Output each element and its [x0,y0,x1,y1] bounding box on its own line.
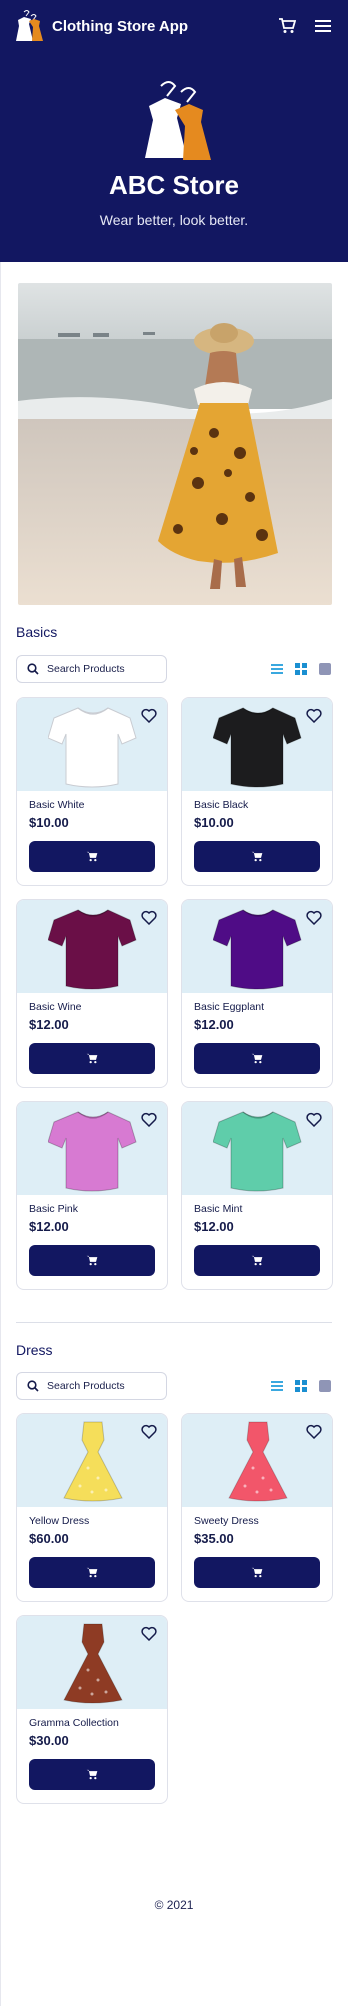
add-to-cart-button[interactable] [29,841,155,872]
product-card[interactable]: Basic White $10.00 [16,697,168,886]
add-to-cart-button[interactable] [29,1557,155,1588]
cart-icon [251,1255,263,1266]
search-input-dress[interactable]: Search Products [16,1372,167,1400]
product-card[interactable]: Sweety Dress $35.00 [181,1413,333,1602]
favorite-heart-icon[interactable] [141,910,157,926]
product-card[interactable]: Basic Black $10.00 [181,697,333,886]
store-tagline: Wear better, look better. [99,212,249,228]
product-name: Basic Eggplant [194,1001,265,1013]
product-name: Basic Mint [194,1203,243,1215]
store-logo-large-icon [145,81,211,160]
cart-icon [251,1567,263,1578]
store-name: ABC Store [108,170,239,200]
favorite-heart-icon[interactable] [306,910,322,926]
product-name: Gramma Collection [29,1717,119,1729]
section-divider [16,1322,332,1323]
product-card[interactable]: Basic Eggplant $12.00 [181,899,333,1088]
product-price: $10.00 [29,815,69,830]
favorite-heart-icon[interactable] [141,1112,157,1128]
search-placeholder: Search Products [47,663,125,675]
product-card[interactable]: Basic Mint $12.00 [181,1101,333,1290]
product-card[interactable]: Yellow Dress $60.00 [16,1413,168,1602]
product-price: $10.00 [194,815,234,830]
view-switch-basics [260,662,332,676]
add-to-cart-button[interactable] [194,1557,320,1588]
footer-copyright: © 2021 [154,1898,194,1912]
card-view-icon[interactable] [318,662,332,676]
favorite-heart-icon[interactable] [141,1424,157,1440]
add-to-cart-button[interactable] [29,1043,155,1074]
product-name: Basic Wine [29,1001,82,1013]
store-logo-icon[interactable] [14,9,44,43]
cart-icon [86,1255,98,1266]
add-to-cart-button[interactable] [194,841,320,872]
search-placeholder: Search Products [47,1380,125,1392]
list-view-icon[interactable] [270,1379,284,1393]
cart-icon [86,851,98,862]
list-view-icon[interactable] [270,662,284,676]
search-icon [27,1380,39,1392]
grid-view-icon[interactable] [294,1379,308,1393]
favorite-heart-icon[interactable] [306,708,322,724]
menu-icon[interactable] [312,15,334,37]
section-title-dress: Dress [16,1342,53,1358]
add-to-cart-button[interactable] [29,1759,155,1790]
app-title: Clothing Store App [52,17,189,35]
cart-icon[interactable] [276,15,298,37]
section-title-basics: Basics [16,624,58,640]
favorite-heart-icon[interactable] [141,708,157,724]
top-app-bar: Clothing Store App [0,0,348,52]
product-price: $12.00 [29,1017,69,1032]
grid-view-icon[interactable] [294,662,308,676]
page-edge [0,262,1,2006]
card-view-icon[interactable] [318,1379,332,1393]
cart-icon [86,1567,98,1578]
view-switch-dress [260,1379,332,1393]
product-name: Basic Pink [29,1203,79,1215]
product-name: Yellow Dress [29,1515,90,1527]
product-name: Basic Black [194,799,249,811]
cart-icon [251,851,263,862]
product-card[interactable]: Basic Pink $12.00 [16,1101,168,1290]
product-name: Sweety Dress [194,1515,259,1527]
hero-banner: Clothing Store App ABC Store Wear better… [0,0,348,262]
cart-icon [86,1053,98,1064]
product-price: $12.00 [194,1017,234,1032]
product-name: Basic White [29,799,85,811]
cart-icon [251,1053,263,1064]
cart-icon [86,1769,98,1780]
search-input-basics[interactable]: Search Products [16,655,167,683]
product-price: $30.00 [29,1733,69,1748]
search-icon [27,663,39,675]
product-price: $35.00 [194,1531,234,1546]
favorite-heart-icon[interactable] [141,1626,157,1642]
add-to-cart-button[interactable] [194,1245,320,1276]
favorite-heart-icon[interactable] [306,1424,322,1440]
product-card[interactable]: Basic Wine $12.00 [16,899,168,1088]
product-price: $60.00 [29,1531,69,1546]
hero-photo [18,283,332,605]
add-to-cart-button[interactable] [29,1245,155,1276]
favorite-heart-icon[interactable] [306,1112,322,1128]
add-to-cart-button[interactable] [194,1043,320,1074]
product-price: $12.00 [29,1219,69,1234]
product-price: $12.00 [194,1219,234,1234]
product-card[interactable]: Gramma Collection $30.00 [16,1615,168,1804]
